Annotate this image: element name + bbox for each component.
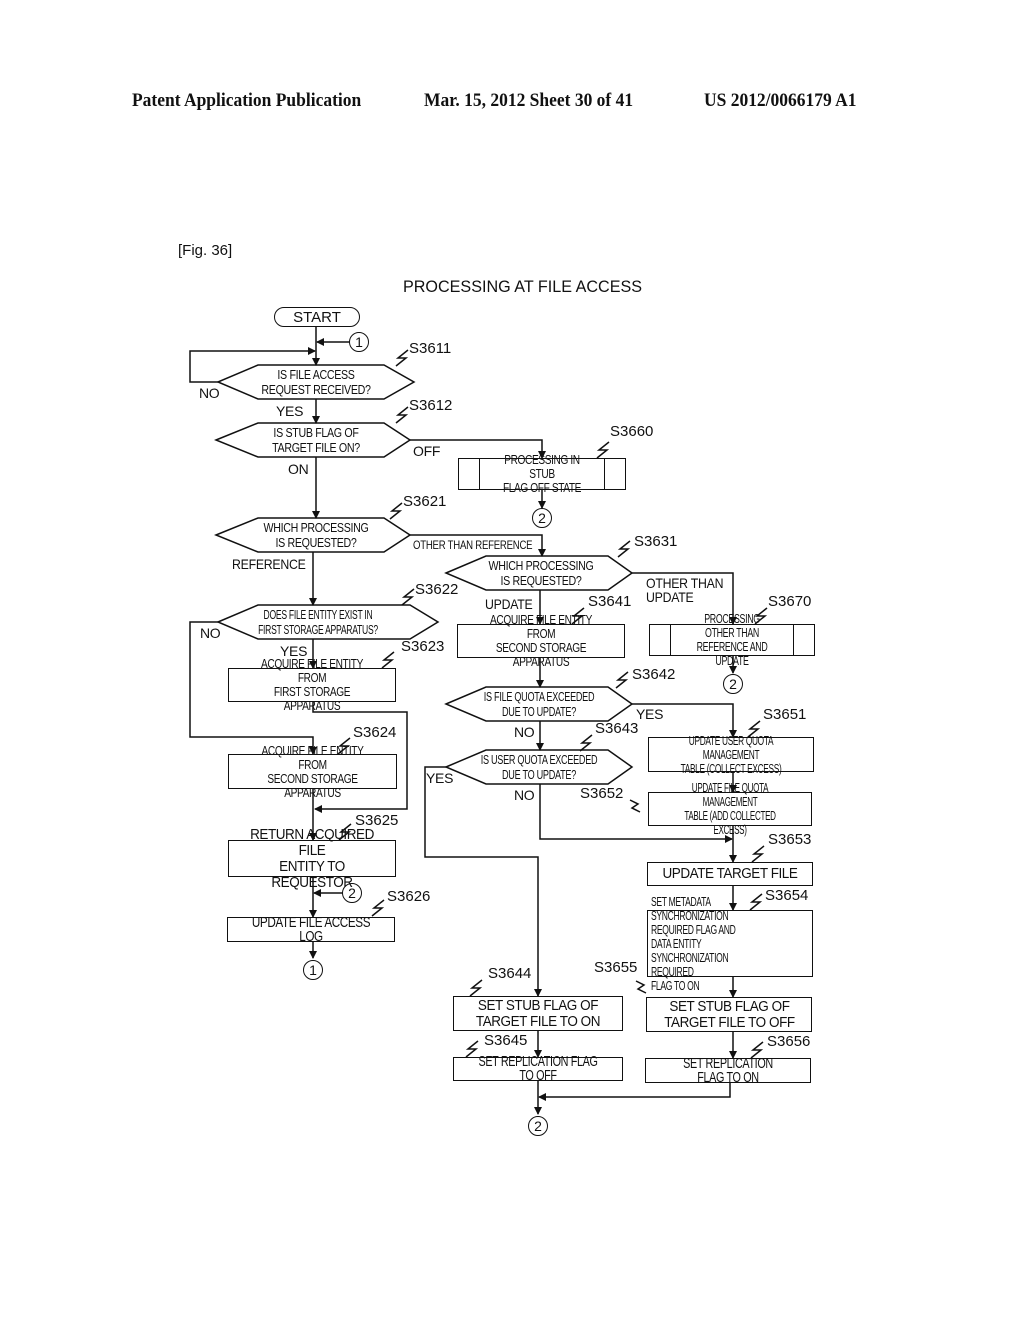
process-s3625: RETURN ACQUIRED FILE ENTITY TO REQUESTOR — [228, 826, 396, 890]
connector-2-from-s3660: 2 — [532, 508, 552, 528]
process-s3656: SET REPLICATION FLAG TO ON — [645, 1054, 811, 1086]
step-marker-s3622 — [401, 588, 415, 606]
decision-s3642-text: IS FILE QUOTA EXCEEDED DUE TO UPDATE? — [483, 689, 595, 719]
s3612-on-label: ON — [288, 461, 309, 477]
s3622-no-label: NO — [200, 625, 221, 641]
step-label-s3656: S3656 — [767, 1033, 811, 1050]
step-marker-s3642 — [615, 671, 629, 689]
step-marker-s3653 — [751, 845, 765, 863]
process-s3644-text: SET STUB FLAG OF TARGET FILE TO ON — [475, 996, 601, 1030]
s3621-other-label: OTHER THAN REFERENCE — [413, 538, 533, 552]
step-label-s3623: S3623 — [401, 638, 445, 655]
step-label-s3642: S3642 — [632, 666, 676, 683]
step-marker-s3631 — [617, 540, 631, 558]
process-s3670: PROCESSING OTHER THAN REFERENCE AND UPDA… — [649, 612, 815, 668]
step-label-s3652: S3652 — [580, 785, 624, 802]
process-s3655-text: SET STUB FLAG OF TARGET FILE TO OFF — [663, 997, 795, 1031]
process-s3623: ACQUIRE FILE ENTITY FROM FIRST STORAGE A… — [228, 657, 396, 713]
step-label-s3651: S3651 — [763, 706, 807, 723]
decision-s3622-text: DOES FILE ENTITY EXIST IN FIRST STORAGE … — [258, 607, 378, 637]
step-marker-s3621 — [389, 502, 403, 520]
step-label-s3626: S3626 — [387, 888, 431, 905]
step-marker-s3626 — [371, 899, 385, 917]
step-label-s3660: S3660 — [610, 423, 654, 440]
process-s3625-text: RETURN ACQUIRED FILE ENTITY TO REQUESTOR — [250, 825, 374, 891]
process-s3641-text: ACQUIRE FILE ENTITY FROM SECOND STORAGE … — [490, 612, 592, 669]
step-label-s3624: S3624 — [353, 724, 397, 741]
s3621-reference-label: REFERENCE — [232, 556, 306, 572]
decision-s3612-text: IS STUB FLAG OF TARGET FILE ON? — [272, 425, 360, 455]
process-s3651-text: UPDATE USER QUOTA MANAGEMENT TABLE (COLL… — [680, 732, 782, 776]
process-s3652-text: UPDATE FILE QUOTA MANAGEMENT TABLE (ADD … — [684, 780, 776, 837]
step-label-s3622: S3622 — [415, 581, 459, 598]
process-s3624-text: ACQUIRE FILE ENTITY FROM SECOND STORAGE … — [261, 742, 364, 800]
step-marker-s3623 — [381, 651, 395, 669]
step-label-s3644: S3644 — [488, 965, 532, 982]
process-s3626: UPDATE FILE ACCESS LOG — [227, 913, 395, 945]
connector-2-from-s3670: 2 — [723, 674, 743, 694]
step-label-s3631: S3631 — [634, 533, 678, 550]
s3643-no-label: NO — [514, 787, 535, 803]
process-s3623-text: ACQUIRE FILE ENTITY FROM FIRST STORAGE A… — [261, 656, 363, 713]
step-label-s3643: S3643 — [595, 720, 639, 737]
s3611-no-label: NO — [199, 385, 220, 401]
process-s3645-text: SET REPLICATION FLAG TO OFF — [478, 1053, 598, 1084]
process-s3654-text: SET METADATA SYNCHRONIZATION REQUIRED FL… — [651, 893, 736, 993]
process-s3653-text: UPDATE TARGET FILE — [662, 865, 798, 882]
decision-s3621-text: WHICH PROCESSING IS REQUESTED? — [263, 520, 369, 550]
step-marker-s3611 — [395, 349, 409, 367]
connector-2-final: 2 — [528, 1116, 548, 1136]
step-marker-s3612 — [395, 406, 409, 424]
step-label-s3641: S3641 — [588, 593, 632, 610]
process-s3660-text: PROCESSING IN STUB FLAG OFF STATE — [502, 452, 582, 495]
process-s3660: PROCESSING IN STUB FLAG OFF STATE — [458, 453, 626, 495]
step-label-s3611: S3611 — [409, 340, 452, 357]
step-label-s3670: S3670 — [768, 593, 812, 610]
process-s3670-text: PROCESSING OTHER THAN REFERENCE AND UPDA… — [696, 611, 768, 668]
step-label-s3655: S3655 — [594, 959, 638, 976]
process-s3656-text: SET REPLICATION FLAG TO ON — [683, 1054, 773, 1086]
step-label-s3653: S3653 — [768, 831, 812, 848]
step-marker-s3645 — [465, 1040, 479, 1058]
s3612-off-label: OFF — [413, 443, 441, 459]
connector-1-exit: 1 — [303, 960, 323, 980]
decision-s3631-text: WHICH PROCESSING IS REQUESTED? — [488, 558, 594, 588]
start-terminator: START — [274, 307, 360, 327]
process-s3624: ACQUIRE FILE ENTITY FROM SECOND STORAGE … — [228, 743, 397, 799]
process-s3645: SET REPLICATION FLAG TO OFF — [453, 1053, 623, 1084]
s3631-other-label: OTHER THAN UPDATE — [646, 575, 724, 605]
connector-1-entry: 1 — [349, 332, 369, 352]
step-marker-s3660 — [596, 441, 610, 459]
step-marker-s3655 — [635, 980, 647, 994]
process-s3654: SET METADATA SYNCHRONIZATION REQUIRED FL… — [647, 894, 813, 992]
step-label-s3645: S3645 — [484, 1032, 528, 1049]
s3611-yes-label: YES — [276, 403, 304, 419]
step-label-s3621: S3621 — [403, 493, 447, 510]
step-marker-s3643 — [579, 734, 593, 752]
step-label-s3625: S3625 — [355, 812, 399, 829]
s3631-update-label: UPDATE — [485, 596, 533, 612]
s3642-no-label: NO — [514, 724, 535, 740]
decision-s3643-text: IS USER QUOTA EXCEEDED DUE TO UPDATE? — [480, 752, 598, 782]
decision-s3611-text: IS FILE ACCESS REQUEST RECEIVED? — [261, 367, 371, 397]
process-s3652: UPDATE FILE QUOTA MANAGEMENT TABLE (ADD … — [648, 781, 812, 837]
step-marker-s3644 — [469, 979, 483, 997]
process-s3644: SET STUB FLAG OF TARGET FILE TO ON — [453, 996, 623, 1031]
process-s3655: SET STUB FLAG OF TARGET FILE TO OFF — [646, 997, 812, 1032]
s3643-yes-label: YES — [426, 770, 454, 786]
s3642-yes-label: YES — [636, 706, 664, 722]
process-s3651: UPDATE USER QUOTA MANAGEMENT TABLE (COLL… — [648, 733, 814, 775]
process-s3626-text: UPDATE FILE ACCESS LOG — [251, 913, 371, 945]
process-s3653: UPDATE TARGET FILE — [647, 862, 813, 886]
step-label-s3654: S3654 — [765, 887, 809, 904]
step-label-s3612: S3612 — [409, 397, 453, 414]
process-s3641: ACQUIRE FILE ENTITY FROM SECOND STORAGE … — [457, 613, 625, 669]
step-marker-s3652 — [629, 799, 641, 813]
